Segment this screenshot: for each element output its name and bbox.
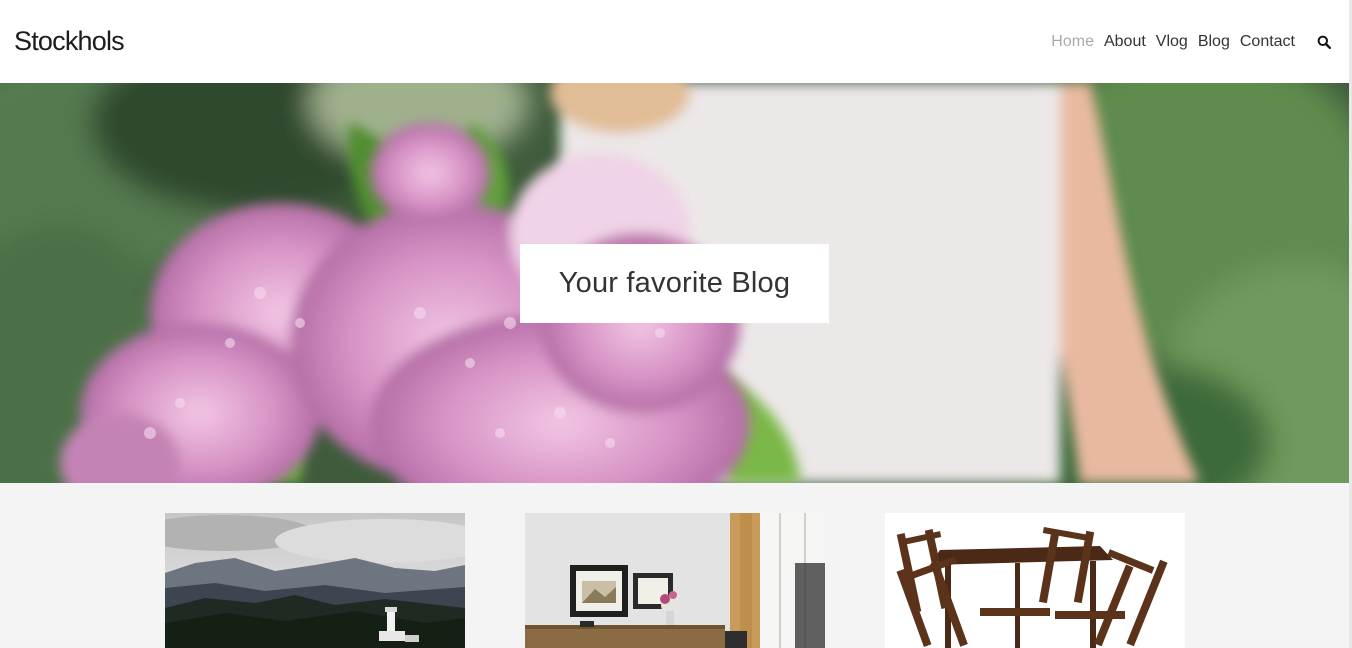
post-image-table-chairs bbox=[885, 513, 1185, 648]
post-card-1[interactable] bbox=[165, 513, 465, 648]
post-card-2[interactable] bbox=[525, 513, 825, 648]
hero-caption: Your favorite Blog bbox=[558, 267, 791, 299]
main-nav: Home About Vlog Blog Contact bbox=[1051, 33, 1335, 51]
site-logo[interactable]: Stockhols bbox=[14, 26, 125, 57]
post-grid bbox=[0, 513, 1349, 648]
search-icon[interactable] bbox=[1317, 34, 1333, 50]
hero-caption-box: Your favorite Blog bbox=[520, 244, 829, 323]
nav-item-vlog[interactable]: Vlog bbox=[1156, 33, 1188, 51]
nav-item-blog[interactable]: Blog bbox=[1198, 33, 1230, 51]
site-header: Stockhols Home About Vlog Blog Contact bbox=[0, 0, 1349, 83]
post-image-home-office bbox=[525, 513, 825, 648]
nav-item-about[interactable]: About bbox=[1104, 33, 1146, 51]
nav-item-contact[interactable]: Contact bbox=[1240, 33, 1295, 51]
hero-banner: Your favorite Blog bbox=[0, 83, 1349, 483]
nav-item-home[interactable]: Home bbox=[1051, 33, 1094, 51]
post-card-3[interactable] bbox=[885, 513, 1185, 648]
post-image-mountain-lighthouse bbox=[165, 513, 465, 648]
